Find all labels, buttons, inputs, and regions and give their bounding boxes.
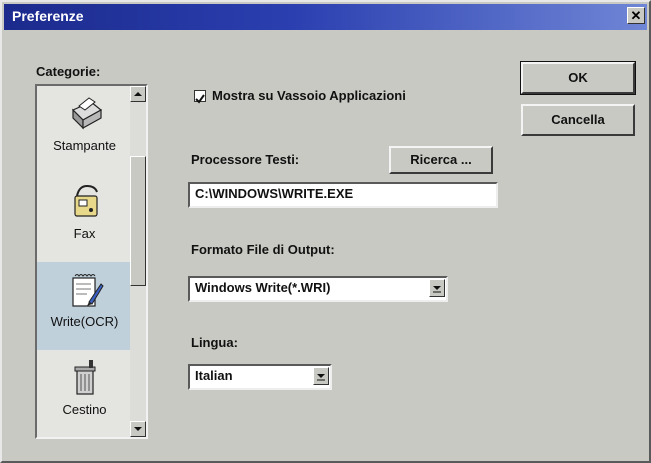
write-ocr-icon <box>72 274 104 307</box>
language-dropdown-button[interactable] <box>313 367 329 385</box>
processor-label: Processore Testi: <box>191 152 300 167</box>
categories-label: Categorie: <box>36 64 100 79</box>
output-format-label: Formato File di Output: <box>191 242 335 257</box>
processor-path-field[interactable]: C:\WINDOWS\WRITE.EXE <box>188 182 498 208</box>
tray-checkbox-label[interactable]: Mostra su Vassoio Applicazioni <box>212 88 406 103</box>
ok-button[interactable]: OK <box>520 61 636 95</box>
category-item-cestino[interactable]: Cestino <box>37 350 132 437</box>
scroll-up-button[interactable] <box>130 86 146 102</box>
category-item-write-ocr[interactable]: Write(OCR) <box>37 262 132 350</box>
close-icon[interactable]: ✕ <box>627 7 645 24</box>
categories-scrollbar[interactable] <box>130 86 146 437</box>
tray-checkbox[interactable] <box>194 90 206 104</box>
fax-icon <box>74 184 98 217</box>
scroll-thumb[interactable] <box>130 156 146 286</box>
output-format-value: Windows Write(*.WRI) <box>195 280 331 295</box>
window-title: Preferenze <box>12 8 84 24</box>
category-item-fax[interactable]: Fax <box>37 174 132 262</box>
output-format-select[interactable]: Windows Write(*.WRI) <box>188 276 448 302</box>
trash-bin-icon <box>74 360 96 395</box>
arrow-down-icon <box>134 427 142 431</box>
browse-button[interactable]: Ricerca ... <box>389 146 493 174</box>
categories-list[interactable]: Stampante Fax Write(OCR) Cestino <box>35 84 148 439</box>
output-format-dropdown-button[interactable] <box>429 279 445 297</box>
arrow-up-icon <box>134 92 142 96</box>
categories-label-text: Categorie: <box>36 64 101 79</box>
chevron-down-icon <box>433 286 441 293</box>
category-label: Fax <box>73 226 96 241</box>
category-label: Write(OCR) <box>50 314 119 329</box>
language-select[interactable]: Italian <box>188 364 332 390</box>
chevron-down-icon <box>317 374 325 381</box>
language-label: Lingua: <box>191 335 238 350</box>
category-item-stampante[interactable]: Stampante <box>37 86 132 174</box>
category-label: Stampante <box>53 138 116 153</box>
category-label: Cestino <box>62 402 107 417</box>
language-value: Italian <box>195 368 233 383</box>
title-bar: Preferenze ✕ <box>4 4 647 30</box>
checkmark-icon <box>195 94 205 104</box>
scroll-down-button[interactable] <box>130 421 146 437</box>
printer-icon <box>71 97 103 130</box>
preferences-dialog: Preferenze ✕ Categorie: Stampante Fax Wr… <box>0 0 651 463</box>
cancel-button[interactable]: Cancella <box>521 104 635 136</box>
